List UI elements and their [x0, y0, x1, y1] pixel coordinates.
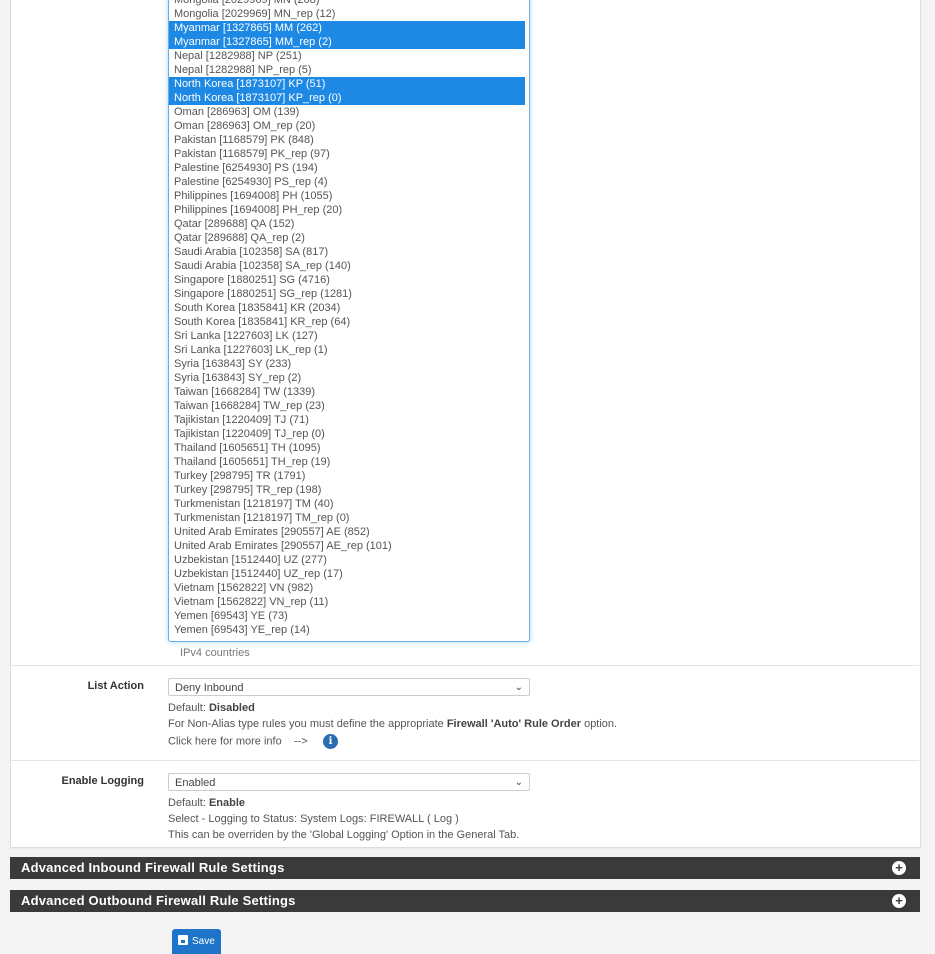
- save-label: Save: [192, 936, 215, 947]
- country-option[interactable]: Saudi Arabia [102358] SA (817): [169, 245, 525, 259]
- row-divider: [11, 760, 919, 761]
- country-option[interactable]: Vietnam [1562822] VN_rep (11): [169, 595, 525, 609]
- country-option[interactable]: United Arab Emirates [290557] AE_rep (10…: [169, 539, 525, 553]
- country-option[interactable]: Singapore [1880251] SG (4716): [169, 273, 525, 287]
- country-option[interactable]: Turkey [298795] TR (1791): [169, 469, 525, 483]
- enable-logging-line1: Select - Logging to Status: System Logs:…: [168, 813, 459, 825]
- country-option[interactable]: Palestine [6254930] PS (194): [169, 161, 525, 175]
- country-option[interactable]: South Korea [1835841] KR (2034): [169, 301, 525, 315]
- list-action-label: List Action: [87, 680, 144, 692]
- info-icon[interactable]: i: [322, 734, 338, 749]
- more-info-row: Click here for more info --> i: [168, 734, 338, 749]
- advanced-outbound-section-header[interactable]: Advanced Outbound Firewall Rule Settings…: [10, 890, 920, 912]
- list-action-value: Deny Inbound: [175, 682, 244, 694]
- country-option[interactable]: Nepal [1282988] NP_rep (5): [169, 63, 525, 77]
- country-option[interactable]: Uzbekistan [1512440] UZ_rep (17): [169, 567, 525, 581]
- enable-logging-value: Enabled: [175, 777, 216, 789]
- countries-multiselect[interactable]: Mongolia [2029969] MN (208) Mongolia [202…: [168, 0, 530, 642]
- country-option[interactable]: Singapore [1880251] SG_rep (1281): [169, 287, 525, 301]
- country-option[interactable]: Turkmenistan [1218197] TM_rep (0): [169, 511, 525, 525]
- country-option[interactable]: Taiwan [1668284] TW_rep (23): [169, 399, 525, 413]
- enable-logging-default: Default: Enable: [168, 797, 245, 809]
- country-option[interactable]: Tajikistan [1220409] TJ_rep (0): [169, 427, 525, 441]
- enable-logging-line2: This can be overriden by the 'Global Log…: [168, 829, 520, 841]
- default-value: Disabled: [208, 702, 255, 714]
- country-option[interactable]: Taiwan [1668284] TW (1339): [169, 385, 525, 399]
- list-action-select[interactable]: Deny Inbound ⌄: [168, 678, 530, 696]
- expand-plus-icon[interactable]: +: [892, 861, 906, 875]
- country-option[interactable]: Syria [163843] SY (233): [169, 357, 525, 371]
- country-option[interactable]: Philippines [1694008] PH_rep (20): [169, 203, 525, 217]
- advanced-inbound-section-header[interactable]: Advanced Inbound Firewall Rule Settings …: [10, 857, 920, 879]
- enable-logging-select[interactable]: Enabled ⌄: [168, 773, 530, 791]
- country-option[interactable]: Qatar [289688] QA (152): [169, 217, 525, 231]
- note-suffix: option.: [581, 718, 618, 730]
- save-button[interactable]: Save: [172, 929, 221, 954]
- enable-logging-label: Enable Logging: [61, 775, 145, 787]
- country-option[interactable]: Mongolia [2029969] MN_rep (12): [169, 7, 525, 21]
- country-option[interactable]: Pakistan [1168579] PK (848): [169, 133, 525, 147]
- country-option[interactable]: Mongolia [2029969] MN (208): [169, 0, 525, 7]
- country-option[interactable]: Syria [163843] SY_rep (2): [169, 371, 525, 385]
- country-option[interactable]: Thailand [1605651] TH_rep (19): [169, 455, 525, 469]
- country-option[interactable]: Thailand [1605651] TH (1095): [169, 441, 525, 455]
- country-option[interactable]: Yemen [69543] YE (73): [169, 609, 525, 623]
- chevron-down-icon: ⌄: [514, 682, 523, 693]
- section-title: Advanced Outbound Firewall Rule Settings: [21, 893, 296, 908]
- default-value: Enable: [208, 797, 246, 809]
- default-prefix: Default:: [168, 797, 209, 809]
- note-prefix: For Non-Alias type rules you must define…: [168, 718, 447, 730]
- country-option[interactable]: Yemen [69543] YE_rep (14): [169, 623, 525, 637]
- country-option[interactable]: Tajikistan [1220409] TJ (71): [169, 413, 525, 427]
- country-option[interactable]: North Korea [1873107] KP_rep (0): [169, 91, 525, 105]
- country-option[interactable]: Myanmar [1327865] MM_rep (2): [169, 35, 525, 49]
- country-option[interactable]: Uzbekistan [1512440] UZ (277): [169, 553, 525, 567]
- country-option[interactable]: Saudi Arabia [102358] SA_rep (140): [169, 259, 525, 273]
- list-action-default: Default: Disabled: [168, 702, 255, 714]
- country-option[interactable]: Oman [286963] OM (139): [169, 105, 525, 119]
- country-option[interactable]: Turkmenistan [1218197] TM (40): [169, 497, 525, 511]
- country-option[interactable]: Nepal [1282988] NP (251): [169, 49, 525, 63]
- default-prefix: Default:: [168, 702, 209, 714]
- section-title: Advanced Inbound Firewall Rule Settings: [21, 860, 285, 875]
- list-action-note: For Non-Alias type rules you must define…: [168, 718, 617, 730]
- more-info-text: Click here for more info: [168, 735, 282, 748]
- countries-help-text: IPv4 countries: [180, 647, 250, 659]
- country-option[interactable]: Oman [286963] OM_rep (20): [169, 119, 525, 133]
- country-option[interactable]: Vietnam [1562822] VN (982): [169, 581, 525, 595]
- country-option[interactable]: North Korea [1873107] KP (51): [169, 77, 525, 91]
- country-option[interactable]: South Korea [1835841] KR_rep (64): [169, 315, 525, 329]
- chevron-down-icon: ⌄: [514, 777, 523, 788]
- row-divider: [11, 665, 919, 666]
- arrow-text: -->: [293, 735, 308, 748]
- save-disk-icon: [178, 935, 188, 946]
- expand-plus-icon[interactable]: +: [892, 894, 906, 908]
- note-bold: Firewall 'Auto' Rule Order: [446, 718, 582, 730]
- country-option[interactable]: Philippines [1694008] PH (1055): [169, 189, 525, 203]
- country-option[interactable]: Pakistan [1168579] PK_rep (97): [169, 147, 525, 161]
- country-option[interactable]: Qatar [289688] QA_rep (2): [169, 231, 525, 245]
- country-option[interactable]: Turkey [298795] TR_rep (198): [169, 483, 525, 497]
- country-option[interactable]: Palestine [6254930] PS_rep (4): [169, 175, 525, 189]
- country-option[interactable]: Sri Lanka [1227603] LK (127): [169, 329, 525, 343]
- country-option[interactable]: United Arab Emirates [290557] AE (852): [169, 525, 525, 539]
- country-option[interactable]: Sri Lanka [1227603] LK_rep (1): [169, 343, 525, 357]
- country-option[interactable]: Myanmar [1327865] MM (262): [169, 21, 525, 35]
